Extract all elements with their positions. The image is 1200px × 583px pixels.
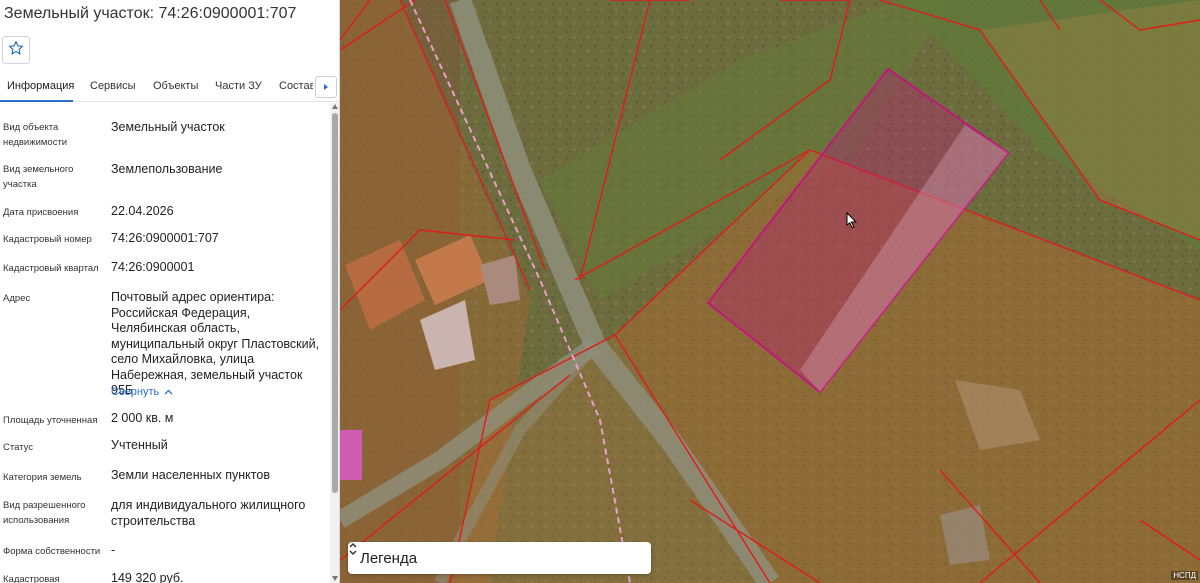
field-label: Форма собственности	[3, 546, 101, 557]
chevron-right-icon	[322, 78, 330, 96]
map-view[interactable]: Легенда НСПД	[340, 0, 1200, 583]
field-value: Учтенный	[111, 438, 168, 452]
active-tab-indicator	[0, 100, 73, 102]
tabs-scroll-right-button[interactable]	[315, 76, 337, 98]
building-roof	[340, 430, 362, 480]
field-label: Вид объекта недвижимости	[3, 122, 68, 148]
field-label: Статус	[3, 442, 34, 453]
field-label: Категория земель	[3, 472, 82, 483]
field-label: Площадь уточненная	[3, 415, 98, 426]
field-value: Земельный участок	[111, 120, 225, 134]
tab-composition[interactable]: Состав	[279, 80, 313, 92]
field-label: Дата присвоения	[3, 207, 79, 218]
scroll-down-arrow-icon[interactable]	[332, 576, 338, 581]
field-value: Землепользование	[111, 162, 223, 176]
tab-objects[interactable]: Объекты	[153, 80, 198, 92]
star-icon	[8, 40, 24, 61]
tab-land-parts[interactable]: Части ЗУ	[215, 80, 262, 92]
field-label: Адрес	[3, 293, 31, 304]
info-panel: Земельный участок: 74:26:0900001:707 Инф…	[0, 0, 340, 583]
scroll-up-arrow-icon[interactable]	[332, 104, 338, 109]
favorite-button[interactable]	[2, 36, 30, 64]
field-label: Кадастровый номер	[3, 234, 92, 245]
field-value: 74:26:0900001:707	[111, 231, 219, 245]
collapse-address-link[interactable]: Свернуть	[111, 386, 173, 398]
field-label: Вид земельного участка	[3, 164, 74, 190]
scroll-thumb[interactable]	[332, 113, 338, 493]
info-content: Вид объекта недвижимости Земельный участ…	[0, 103, 330, 583]
page-title: Земельный участок: 74:26:0900001:707	[4, 5, 297, 22]
field-value: Земли населенных пунктов	[111, 468, 270, 482]
collapse-label: Свернуть	[111, 386, 160, 398]
field-value: 149 320 руб.	[111, 571, 184, 583]
map-attribution: НСПД	[1171, 571, 1198, 580]
field-value: 22.04.2026	[111, 204, 174, 218]
satellite-map	[340, 0, 1200, 583]
tab-information[interactable]: Информация	[7, 80, 74, 92]
panel-scrollbar[interactable]	[330, 103, 339, 583]
field-value: 2 000 кв. м	[111, 411, 174, 425]
tab-services[interactable]: Сервисы	[90, 80, 136, 92]
address-value: Почтовый адрес ориентира: Российская Фед…	[111, 290, 320, 397]
field-label: Кадастровый квартал	[3, 263, 99, 274]
field-label: Кадастровая	[3, 574, 60, 583]
legend-dropdown[interactable]: Легенда	[348, 542, 651, 574]
field-label: Вид разрешенного использования	[3, 500, 86, 526]
field-value: 74:26:0900001	[111, 260, 195, 274]
field-value: для индивидуального жилищного строительс…	[111, 498, 306, 528]
field-value: -	[111, 543, 116, 557]
legend-label: Легенда	[360, 549, 418, 567]
tab-bar: Информация Сервисы Объекты Части ЗУ Сост…	[0, 72, 339, 102]
chevron-up-icon	[164, 386, 173, 398]
